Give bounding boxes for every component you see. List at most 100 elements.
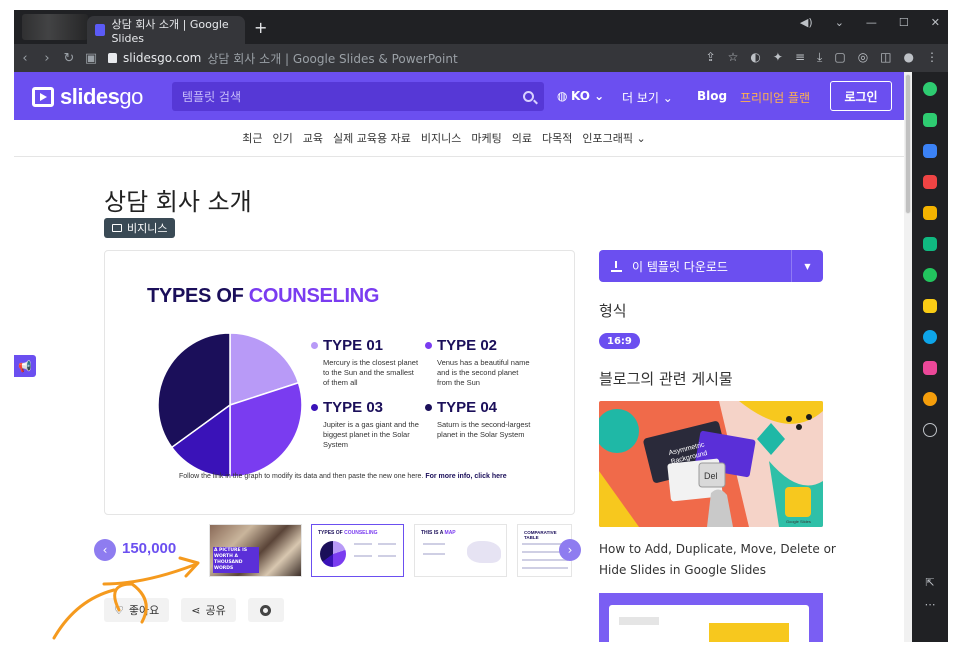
sidebar-add-icon[interactable] xyxy=(923,423,937,437)
slide-footer-text: Follow the link in the graph to modify i… xyxy=(179,473,426,480)
slidesgo-logo[interactable]: slidesgo xyxy=(32,84,143,110)
next-slide-button[interactable]: › xyxy=(559,539,581,561)
category-link[interactable]: 최근 xyxy=(242,130,262,146)
camera-icon[interactable]: ◎ xyxy=(858,50,868,65)
download-options-caret-icon[interactable]: ▼ xyxy=(791,250,823,282)
more-menu[interactable]: 더 보기 ⌄ xyxy=(622,89,673,106)
screenshot-icon[interactable]: ▢ xyxy=(834,50,845,65)
audio-icon[interactable]: ◀) xyxy=(800,16,813,29)
share-button[interactable]: ⋖ 공유 xyxy=(181,598,236,622)
sidebar-emoji-icon[interactable] xyxy=(923,392,937,406)
sidebar-app-icon[interactable] xyxy=(923,82,937,96)
sidebar-star-icon[interactable] xyxy=(923,206,937,220)
sidebar-edge-icon[interactable] xyxy=(923,237,937,251)
sidebar-bookmark-icon[interactable] xyxy=(923,113,937,127)
download-arrow-icon xyxy=(611,260,622,272)
search-icon[interactable] xyxy=(523,91,534,102)
tab-search-icon[interactable]: ⌄ xyxy=(835,16,844,29)
playlist-icon[interactable]: ≡ xyxy=(795,50,805,65)
new-tab-button[interactable]: + xyxy=(254,18,267,37)
sidebar-notes-icon[interactable] xyxy=(923,299,937,313)
blog-post-image-2[interactable] xyxy=(599,593,823,642)
profile-icon[interactable]: ● xyxy=(904,50,914,65)
pie-chart xyxy=(157,332,303,478)
lock-icon xyxy=(108,53,117,63)
slide-title-main: TYPES OF xyxy=(147,285,249,307)
close-icon[interactable]: ✕ xyxy=(931,16,940,29)
type-item: TYPE 04 Saturn is the second-largest plan… xyxy=(425,399,535,440)
type-heading-label: TYPE 04 xyxy=(437,399,498,416)
sidebar-external-icon[interactable]: ⇱ xyxy=(925,576,934,589)
puzzle-icon[interactable]: ✦ xyxy=(773,50,783,65)
type-bullet-icon xyxy=(425,342,432,349)
maximize-icon[interactable]: ☐ xyxy=(899,16,909,29)
type-heading: TYPE 02 xyxy=(425,337,535,354)
browser-window: 상담 회사 소개 | Google Slides + ◀) ⌄ — ☐ ✕ ‹ … xyxy=(14,10,948,642)
logo-text-go: go xyxy=(119,84,143,109)
thumbnail-map-title: THIS IS A MAP xyxy=(421,530,456,536)
search-input[interactable] xyxy=(182,89,523,104)
feedback-megaphone-icon[interactable]: 📢 xyxy=(14,355,36,377)
blog-post-image[interactable]: Asymmetric Background Del Google Slides xyxy=(599,401,823,527)
download-template-button[interactable]: 이 템플릿 다운로드 ▼ xyxy=(599,250,823,282)
language-selector[interactable]: KO ⌄ xyxy=(571,89,604,103)
slide-footer: Follow the link in the graph to modify i… xyxy=(179,473,507,480)
thumbnail-map[interactable]: THIS IS A MAP xyxy=(414,524,507,577)
slides-logo-icon xyxy=(32,87,54,107)
browser-tab[interactable]: 상담 회사 소개 | Google Slides xyxy=(87,16,245,45)
category-link[interactable]: 비지니스 xyxy=(421,130,461,146)
thumbnail-photo[interactable]: A PICTURE IS WORTH A THOUSAND WORDS xyxy=(209,524,302,577)
login-button[interactable]: 로그인 xyxy=(830,81,892,111)
premium-plan-link[interactable]: 프리미엄 플랜 xyxy=(740,89,810,106)
category-link[interactable]: 인기 xyxy=(273,130,293,146)
reload-icon[interactable]: ↻ xyxy=(58,51,80,66)
pinterest-icon xyxy=(260,604,272,616)
address-toolbar: ‹ › ↻ ▣ slidesgo.com 상담 회사 소개 | Google S… xyxy=(14,44,948,72)
sidebar-play-icon[interactable] xyxy=(923,268,937,282)
slide-footer-link: For more info, click here xyxy=(425,473,507,480)
share-page-icon[interactable]: ⇪ xyxy=(706,50,716,65)
category-badge[interactable]: 비지니스 xyxy=(104,218,176,238)
pinterest-button[interactable] xyxy=(247,598,284,622)
tab-bar: 상담 회사 소개 | Google Slides + ◀) ⌄ — ☐ ✕ xyxy=(14,10,948,45)
sidebar-bird-icon[interactable] xyxy=(923,330,937,344)
action-buttons: ♡ 좋아요 ⋖ 공유 xyxy=(104,598,284,622)
scrollbar-thumb[interactable] xyxy=(905,74,911,214)
prev-slide-button[interactable]: ‹ xyxy=(94,539,116,561)
category-link[interactable]: 교육 xyxy=(303,130,323,146)
related-posts-heading: 블로그의 관련 게시물 xyxy=(599,370,733,388)
thumbnail-counseling[interactable]: TYPES OF COUNSELING xyxy=(311,524,404,577)
sidebar-toggle-icon[interactable]: ◫ xyxy=(880,50,891,65)
url-field[interactable]: slidesgo.com 상담 회사 소개 | Google Slides & … xyxy=(108,47,688,69)
back-icon[interactable]: ‹ xyxy=(14,51,36,66)
minimize-icon[interactable]: — xyxy=(866,16,877,29)
blog-post-illustration: Asymmetric Background Del Google Slides xyxy=(599,401,823,527)
sidebar-color-icon[interactable] xyxy=(923,361,937,375)
sidebar-pocket-icon[interactable] xyxy=(923,175,937,189)
like-button[interactable]: ♡ 좋아요 xyxy=(104,598,170,622)
page-scrollbar[interactable] xyxy=(904,72,912,642)
url-page-title: 상담 회사 소개 | Google Slides & PowerPoint xyxy=(207,51,458,66)
bookmark-star-icon[interactable]: ☆ xyxy=(728,50,739,65)
extension-icon[interactable]: ◐ xyxy=(750,50,760,65)
heart-icon: ♡ xyxy=(114,603,124,617)
category-link[interactable]: 실제 교육용 자료 xyxy=(333,130,411,146)
globe-icon: ◍ xyxy=(557,89,568,103)
blog-post-title[interactable]: How to Add, Duplicate, Move, Delete or H… xyxy=(599,539,839,581)
sidebar-more-icon[interactable]: ⋯ xyxy=(925,598,936,611)
menu-icon[interactable]: ⋮ xyxy=(926,50,938,65)
reader-icon[interactable]: ▣ xyxy=(80,51,102,66)
category-link[interactable]: 다목적 xyxy=(542,130,572,146)
category-link[interactable]: 인포그래픽 ⌄ xyxy=(582,130,645,146)
browser-sidebar: ⇱ ⋯ xyxy=(912,72,948,642)
category-link[interactable]: 마케팅 xyxy=(471,130,501,146)
blog-link[interactable]: Blog xyxy=(697,89,727,103)
page-title: 상담 회사 소개 xyxy=(104,188,252,216)
forward-icon[interactable]: › xyxy=(36,51,58,66)
slide-preview[interactable]: TYPES OF COUNSELING TYPE 01 Mercury is th… xyxy=(104,250,575,515)
thumbnail-photo-caption: A PICTURE IS WORTH A THOUSAND WORDS xyxy=(213,547,259,573)
sidebar-calendar-icon[interactable] xyxy=(923,144,937,158)
type-heading-label: TYPE 01 xyxy=(323,337,384,354)
category-link[interactable]: 의료 xyxy=(512,130,532,146)
download-icon[interactable]: ⤓ xyxy=(817,50,822,65)
